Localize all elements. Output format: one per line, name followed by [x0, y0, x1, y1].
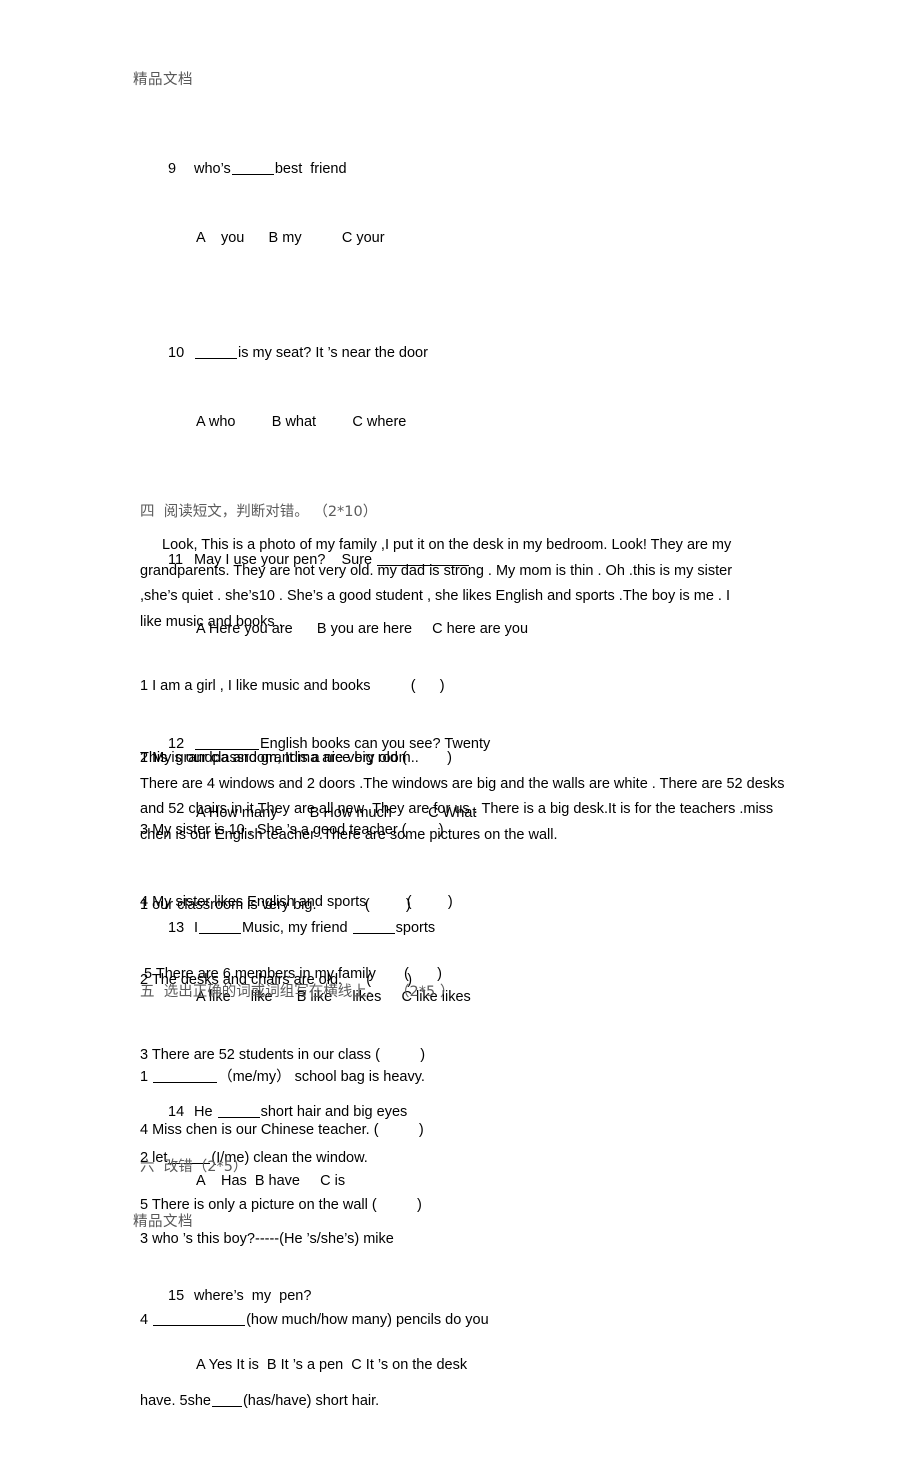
question-9-text-before: who’s	[194, 161, 231, 177]
passage-one-line-1: Look, This is a photo of my family ,I pu…	[162, 537, 732, 553]
question-10-number: 10	[168, 345, 185, 361]
passage-two-line-3: and 52 chairs in it.They are all new .Th…	[140, 801, 774, 817]
five-item-1: 1 （me/my） school bag is heavy.	[140, 1064, 780, 1091]
passage-two-line-2: There are 4 windows and 2 doors .The win…	[140, 775, 785, 792]
passage-two-line-1: This is our classroom, It is a nice big …	[140, 750, 419, 766]
five-item-5: have. 5she (has/have) short hair.	[140, 1388, 780, 1415]
question-10: 10 is my seat? It ’s near the door A who …	[0, 296, 920, 480]
section-four-heading: 四 阅读短文，判断对错。 （2*10）	[140, 504, 378, 520]
five-item-5-prefix: have. 5she	[140, 1393, 211, 1409]
passage-one-line-3: ,she’s quiet . she’s10 . She’s a good st…	[140, 588, 731, 604]
five-item-1-blank[interactable]	[153, 1082, 218, 1083]
question-9-number: 9	[168, 161, 177, 177]
passage-one-line-2: grandparents. They are not very old. my …	[140, 562, 733, 579]
question-9-blank[interactable]	[231, 174, 274, 175]
five-item-3: 3 who ’s this boy?-----(He ’s/she’s) mik…	[140, 1226, 780, 1253]
section-five-items: 1 （me/my） school bag is heavy. 2 let (I/m…	[140, 1010, 780, 1469]
watermark-top: 精品文档	[133, 72, 193, 88]
question-10-stem: 10 is my seat? It ’s near the door	[0, 342, 920, 365]
question-10-blank[interactable]	[195, 358, 237, 359]
five-item-4-blank[interactable]	[153, 1325, 246, 1326]
question-10-options[interactable]: A who B what C where	[0, 411, 920, 434]
passage-two: This is our classroom, It is a nice big …	[140, 746, 812, 848]
section-five-heading: 五 选出正确的词或词组写在横线上。 （2*5 ）	[140, 984, 455, 1000]
tf-two-item-1[interactable]: 1 our classroom is very big. ( )	[140, 893, 740, 918]
five-item-5-blank[interactable]	[211, 1406, 242, 1407]
five-item-1-suffix: （me/my） school bag is heavy.	[218, 1069, 425, 1085]
five-item-3-prefix: 3 who ’s this boy?-----(He ’s/she’s) mik…	[140, 1231, 394, 1247]
document-page: 精品文档 9 who’s best friend A you B my C your…	[0, 0, 920, 1409]
passage-one: Look, This is a photo of my family ,I pu…	[140, 533, 812, 635]
five-item-4: 4 (how much/how many) pencils do you	[140, 1307, 780, 1334]
question-9-stem: 9 who’s best friend	[0, 158, 920, 181]
question-9-text-after: best friend	[274, 161, 347, 177]
question-10-text-after: is my seat? It ’s near the door	[238, 345, 428, 361]
tf-one-item-1[interactable]: 1 I am a girl , I like music and books (…	[140, 674, 740, 698]
five-item-4-suffix: (how much/how many) pencils do you	[246, 1312, 489, 1328]
watermark-bottom: 精品文档	[133, 1214, 193, 1230]
five-item-1-prefix: 1	[140, 1069, 153, 1085]
section-six-heading: 六 改错（2*5）	[140, 1159, 248, 1175]
five-item-5-suffix: (has/have) short hair.	[242, 1393, 380, 1409]
question-9: 9 who’s best friend A you B my C your	[0, 112, 920, 296]
question-9-options[interactable]: A you B my C your	[0, 227, 920, 250]
five-item-4-prefix: 4	[140, 1312, 153, 1328]
